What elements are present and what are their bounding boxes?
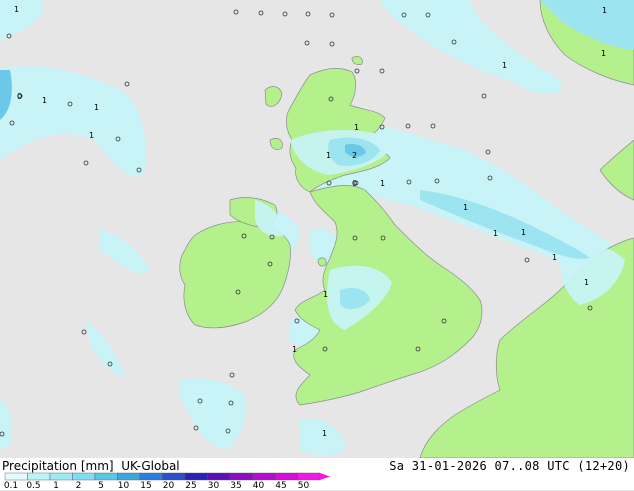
value-label: 1 <box>354 123 359 132</box>
value-label: 1 <box>380 179 385 188</box>
product-name: Precipitation [mm] <box>2 459 114 473</box>
valid-time: Sa 31-01-2026 07..08 UTC (12+20) <box>389 459 630 473</box>
legend-color-cell <box>117 472 141 481</box>
precipitation-map: 1 1 0 1 1 1 1 1 2 1 0 1 1 1 1 1 1 1 1 1 … <box>0 0 634 458</box>
legend-color-cell <box>252 472 276 481</box>
value-label: 0 <box>17 92 22 101</box>
value-label: 1 <box>94 103 99 112</box>
value-label: 0 <box>352 179 357 188</box>
value-label: 2 <box>352 151 357 160</box>
value-label: 1 <box>463 203 468 212</box>
value-label: 1 <box>521 228 526 237</box>
value-label: 1 <box>493 229 498 238</box>
legend-color-cell <box>4 472 28 481</box>
model-name: UK-Global <box>121 459 180 473</box>
legend-color-cell <box>49 472 73 481</box>
value-label: 1 <box>601 49 606 58</box>
value-label: 1 <box>89 131 94 140</box>
value-label: 1 <box>14 5 19 14</box>
legend-color-cell <box>162 472 186 481</box>
value-label: 1 <box>552 253 557 262</box>
legend-color-cell <box>184 472 208 481</box>
map-title: Precipitation [mm] UK-Global <box>2 459 180 473</box>
value-label: 1 <box>323 290 328 299</box>
value-label: 1 <box>584 278 589 287</box>
legend-color-cell <box>297 472 321 481</box>
legend-color-cell <box>207 472 231 481</box>
value-label: 1 <box>42 96 47 105</box>
legend-color-cell <box>27 472 51 481</box>
color-legend <box>4 472 330 481</box>
value-label: 1 <box>322 429 327 438</box>
legend-color-cell <box>94 472 118 481</box>
legend-color-cell <box>139 472 163 481</box>
legend-color-cell <box>229 472 253 481</box>
legend-arrow <box>320 473 330 480</box>
legend-color-cell <box>274 472 298 481</box>
isle-of-man <box>317 257 327 267</box>
legend-color-cell <box>72 472 96 481</box>
value-label: 1 <box>602 6 607 15</box>
value-label: 1 <box>292 345 297 354</box>
value-label: 1 <box>502 61 507 70</box>
value-label: 1 <box>326 151 331 160</box>
